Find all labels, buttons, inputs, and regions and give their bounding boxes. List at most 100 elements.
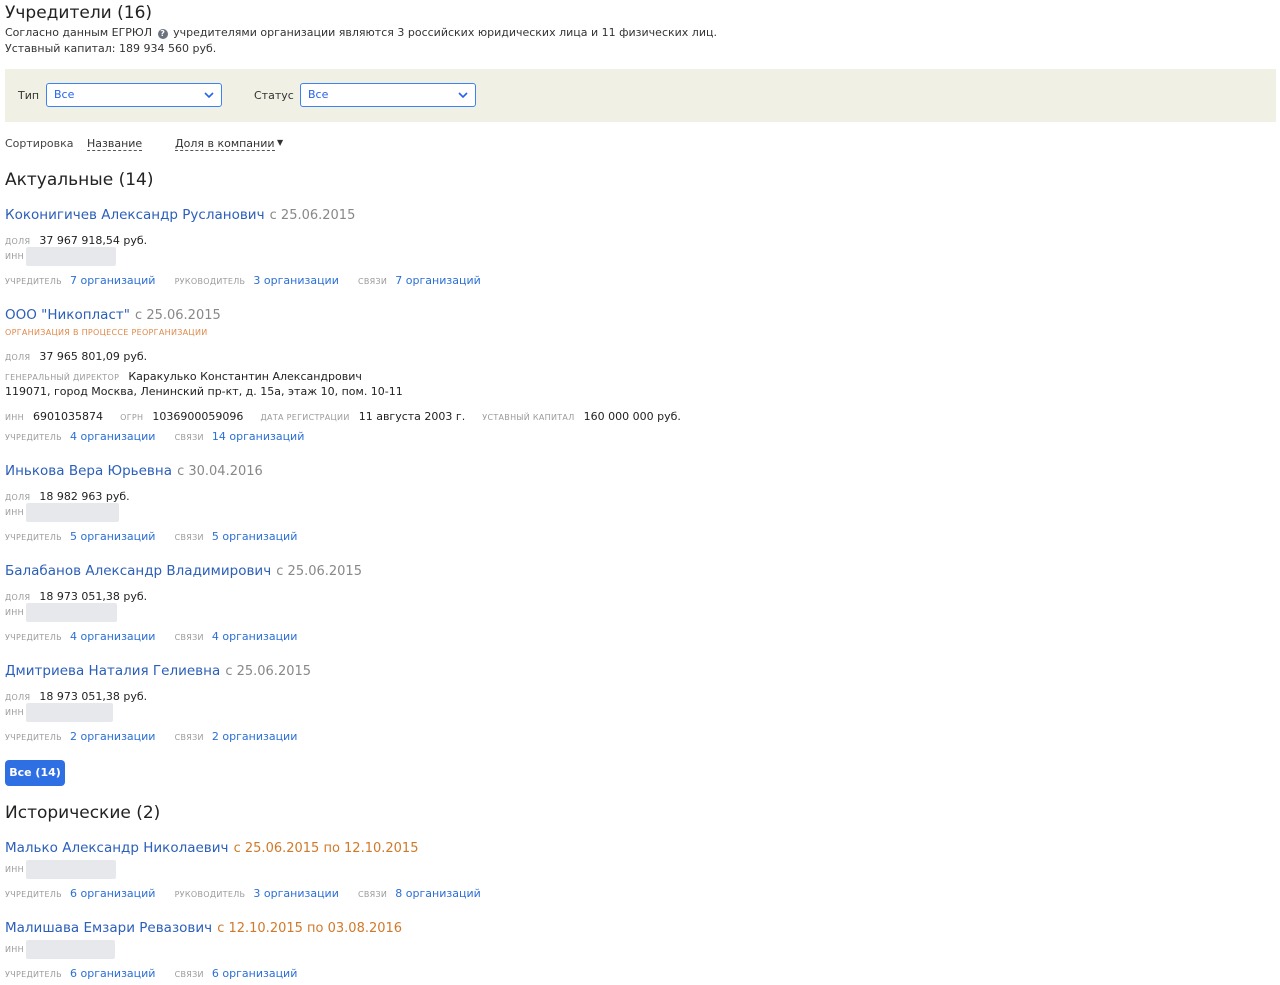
chevron-down-icon	[458, 92, 468, 99]
share-row: доля 18 973 051,38 руб.	[5, 685, 147, 704]
links-row: учредитель 4 организации связи 14 органи…	[5, 425, 304, 444]
connections-link[interactable]: 8 организаций	[395, 887, 480, 900]
connections-link[interactable]: 6 организаций	[212, 967, 297, 980]
links-row: учредитель 7 организаций руководитель 3 …	[5, 269, 481, 288]
current-section-title: Актуальные (14)	[5, 170, 154, 190]
founder-period: с 12.10.2015 по 03.08.2016	[217, 921, 403, 936]
share-label: доля	[5, 353, 31, 362]
status-select[interactable]: Все	[300, 83, 476, 107]
share-label: доля	[5, 493, 31, 502]
inn-redacted	[26, 503, 119, 522]
founder-name-link[interactable]: Коконигичев Александр Русланович	[5, 207, 265, 223]
inn-redacted	[26, 860, 116, 879]
founder-name-link[interactable]: Малько Александр Николаевич	[5, 840, 229, 856]
status-filter-label: Статус	[254, 89, 294, 102]
inn-label: инн	[5, 508, 24, 517]
founder-name-link[interactable]: ООО "Никопласт"	[5, 307, 130, 323]
founder-since: с 25.06.2015	[269, 208, 356, 223]
connections-link[interactable]: 14 организаций	[212, 430, 304, 443]
founder-period: с 25.06.2015 по 12.10.2015	[233, 841, 419, 856]
question-icon[interactable]: ?	[157, 29, 168, 39]
capital-value: 160 000 000 руб.	[583, 410, 681, 423]
founder-since: с 25.06.2015	[225, 664, 312, 679]
inn-label: инн	[5, 413, 24, 422]
inn-label: инн	[5, 708, 24, 717]
founder-orgs-link[interactable]: 4 организации	[70, 630, 155, 643]
links-row: учредитель 6 организаций связи 6 организ…	[5, 962, 297, 981]
director-value: Каракулько Константин Александрович	[128, 370, 362, 383]
founder-role-label: учредитель	[5, 733, 62, 742]
founder-name-link[interactable]: Малишава Емзари Ревазович	[5, 920, 212, 936]
filter-bar: Тип Все Статус Все	[5, 69, 1276, 122]
connections-label: связи	[174, 970, 204, 979]
inn-value: 6901035874	[33, 410, 104, 423]
sort-by-name[interactable]: Название	[87, 138, 143, 151]
connections-label: связи	[357, 277, 388, 286]
director-row: генеральный директор Каракулько Констант…	[5, 365, 362, 384]
share-label: доля	[5, 593, 31, 602]
connections-label: связи	[357, 890, 388, 899]
connections-link[interactable]: 4 организации	[212, 630, 297, 643]
founder-orgs-link[interactable]: 7 организаций	[70, 274, 155, 287]
egrul-info-prefix: Согласно данным ЕГРЮЛ	[5, 26, 153, 39]
manager-orgs-link[interactable]: 3 организации	[253, 274, 338, 287]
links-row: учредитель 5 организаций связи 5 организ…	[5, 525, 297, 544]
capital-info: Уставный капитал: 189 934 560 руб.	[5, 42, 217, 55]
ogrn-value: 1036900059096	[152, 410, 244, 423]
show-all-button[interactable]: Все (14)	[5, 760, 65, 786]
share-value: 18 973 051,38 руб.	[39, 690, 148, 703]
founder-orgs-link[interactable]: 4 организации	[70, 430, 155, 443]
address: 119071, город Москва, Ленинский пр-кт, д…	[5, 385, 403, 398]
sort-label: Сортировка	[5, 137, 74, 150]
founder-name-link[interactable]: Дмитриева Наталия Гелиевна	[5, 663, 220, 679]
inn-redacted	[26, 247, 116, 266]
founder-since: с 25.06.2015	[276, 564, 362, 579]
egrul-info-suffix: учредителями организации являются 3 росс…	[173, 26, 717, 39]
founder-header: Инькова Вера Юрьевна с 30.04.2016	[5, 460, 263, 479]
founder-role-label: учредитель	[5, 633, 62, 642]
founder-orgs-link[interactable]: 6 организаций	[70, 967, 155, 980]
share-value: 37 967 918,54 руб.	[39, 234, 148, 247]
connections-link[interactable]: 7 организаций	[395, 274, 480, 287]
share-label: доля	[5, 237, 31, 246]
historical-section-title: Исторические (2)	[5, 803, 161, 823]
founder-role-label: учредитель	[5, 433, 62, 442]
sort-arrow-icon[interactable]: ▼	[277, 138, 283, 147]
share-row: доля 18 973 051,38 руб.	[5, 585, 147, 604]
director-label: генеральный директор	[5, 373, 120, 382]
inn-redacted	[26, 703, 113, 722]
inn-label: инн	[5, 252, 24, 261]
page-title: Учредители (16)	[5, 3, 153, 23]
founder-role-label: учредитель	[5, 890, 62, 899]
founder-orgs-link[interactable]: 5 организаций	[70, 530, 155, 543]
founder-orgs-link[interactable]: 2 организации	[70, 730, 155, 743]
founder-header: Коконигичев Александр Русланович с 25.06…	[5, 204, 355, 223]
links-row: учредитель 2 организации связи 2 организ…	[5, 725, 297, 744]
founder-header: Малько Александр Николаевич с 25.06.2015…	[5, 837, 418, 856]
founder-header: ООО "Никопласт" с 25.06.2015	[5, 304, 221, 323]
type-select-value: Все	[54, 88, 75, 101]
sort-by-share[interactable]: Доля в компании	[175, 138, 275, 151]
connections-link[interactable]: 5 организаций	[212, 530, 297, 543]
links-row: учредитель 4 организации связи 4 организ…	[5, 625, 297, 644]
founder-header: Малишава Емзари Ревазович с 12.10.2015 п…	[5, 917, 402, 936]
connections-label: связи	[174, 633, 204, 642]
manager-role-label: руководитель	[174, 277, 246, 286]
chevron-down-icon	[204, 92, 214, 99]
share-value: 18 982 963 руб.	[39, 490, 130, 503]
founder-role-label: учредитель	[5, 970, 62, 979]
share-row: доля 18 982 963 руб.	[5, 485, 130, 504]
founder-name-link[interactable]: Инькова Вера Юрьевна	[5, 463, 172, 479]
connections-label: связи	[174, 533, 204, 542]
founder-orgs-link[interactable]: 6 организаций	[70, 887, 155, 900]
share-label: доля	[5, 693, 31, 702]
requisites-row: инн 6901035874 огрн 1036900059096 дата р…	[5, 405, 681, 424]
ogrn-label: огрн	[120, 413, 144, 422]
connections-link[interactable]: 2 организации	[212, 730, 297, 743]
founder-name-link[interactable]: Балабанов Александр Владимирович	[5, 563, 271, 579]
share-value: 18 973 051,38 руб.	[39, 590, 148, 603]
status-badge: организация в процессе реорганизации	[5, 328, 208, 337]
type-select[interactable]: Все	[46, 83, 222, 107]
manager-orgs-link[interactable]: 3 организации	[253, 887, 338, 900]
founder-role-label: учредитель	[5, 277, 62, 286]
